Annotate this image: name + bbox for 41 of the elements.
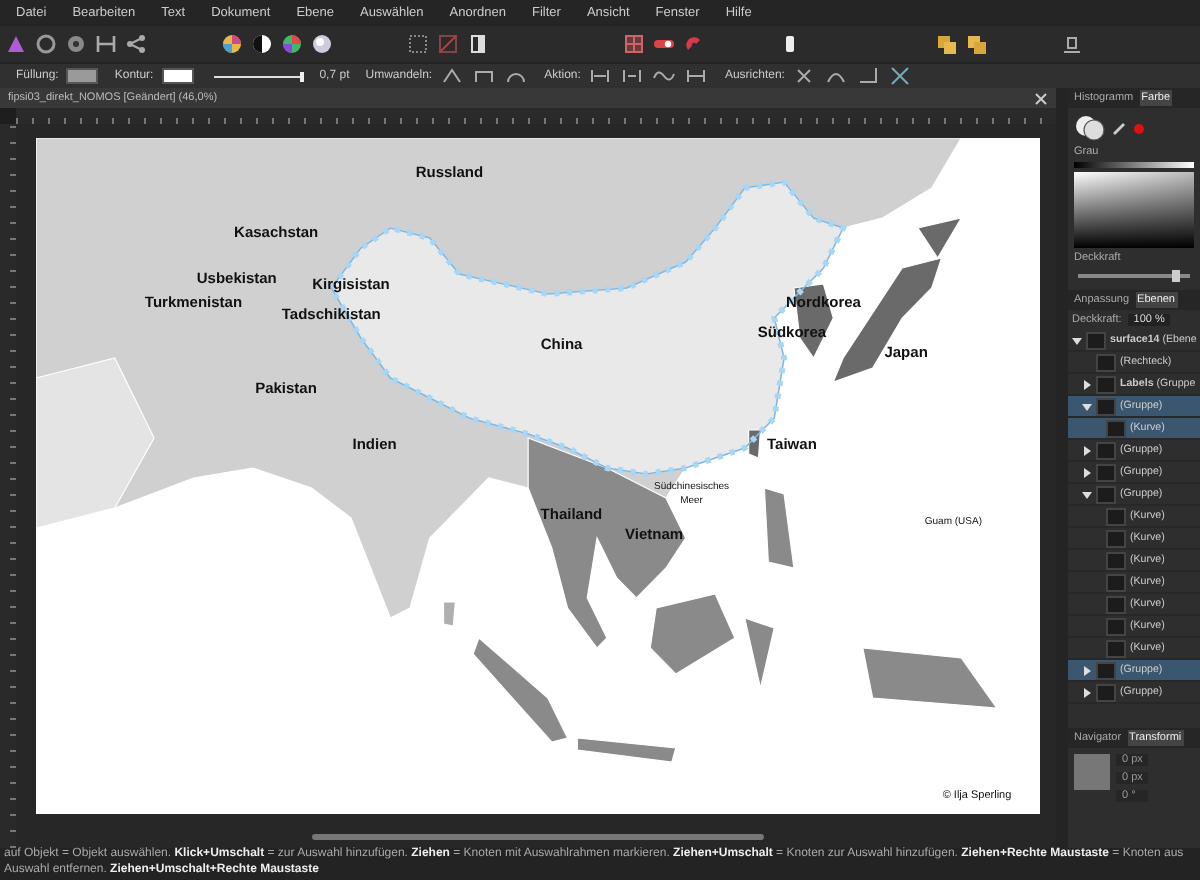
half-square-icon[interactable] [466, 32, 490, 56]
tone-ramp [1074, 162, 1194, 168]
color-dot[interactable] [1134, 123, 1144, 133]
stack-icon[interactable] [964, 32, 988, 56]
stroke-width-slider-thumb[interactable] [299, 71, 304, 81]
fill-swatch[interactable] [66, 68, 99, 84]
collapsed-arrow-icon[interactable] [1082, 665, 1092, 675]
align-nodes-icon[interactable] [792, 64, 817, 88]
expanded-arrow-icon[interactable] [1072, 335, 1082, 345]
color-wheel-icon[interactable] [220, 32, 244, 56]
color-picker-square[interactable] [1074, 172, 1194, 248]
close-curve-icon[interactable] [620, 64, 645, 88]
contrast-icon[interactable] [250, 32, 274, 56]
bracket-icon[interactable] [94, 32, 118, 56]
expanded-arrow-icon[interactable] [1082, 401, 1092, 411]
color-wheel-icon[interactable] [280, 32, 304, 56]
stroke-swatch[interactable] [161, 68, 194, 84]
corner-node-icon[interactable] [856, 64, 881, 88]
collapsed-arrow-icon[interactable] [1082, 379, 1092, 389]
collapsed-arrow-icon[interactable] [1082, 445, 1092, 455]
align-icon[interactable] [1060, 32, 1084, 56]
circle-icon[interactable] [34, 32, 58, 56]
stroke-width-slider-track[interactable] [213, 75, 304, 77]
horizontal-scrollbar[interactable] [312, 834, 764, 840]
collapsed-arrow-icon[interactable] [1082, 467, 1092, 477]
reverse-curve-icon[interactable] [684, 64, 709, 88]
cross-nodes-icon[interactable] [888, 64, 913, 88]
land-shape [576, 737, 677, 763]
eyedropper-icon[interactable] [1112, 120, 1128, 136]
stack-icon[interactable] [934, 32, 958, 56]
color-circles-icon[interactable] [1074, 114, 1106, 142]
share-icon[interactable] [124, 32, 148, 56]
grid-icon[interactable] [622, 32, 646, 56]
dotted-square-icon[interactable] [406, 32, 430, 56]
opacity-slider-thumb[interactable] [1172, 270, 1181, 282]
collapsed-arrow-icon[interactable] [1082, 687, 1092, 697]
close-icon[interactable] [1034, 91, 1048, 105]
expanded-arrow-icon[interactable] [1082, 489, 1092, 499]
break-curve-icon[interactable] [588, 64, 613, 88]
sphere-icon[interactable] [310, 32, 334, 56]
sharp-node-icon[interactable] [440, 64, 465, 88]
